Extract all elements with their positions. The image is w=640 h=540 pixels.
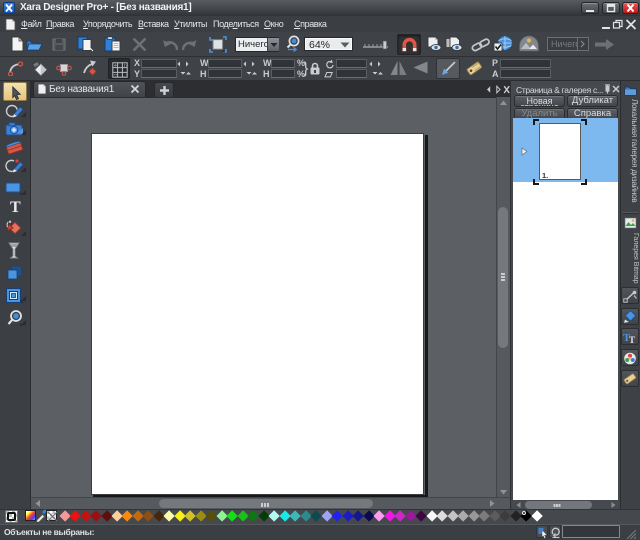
svg-text:T: T <box>629 335 635 344</box>
svg-text:T: T <box>10 199 21 214</box>
